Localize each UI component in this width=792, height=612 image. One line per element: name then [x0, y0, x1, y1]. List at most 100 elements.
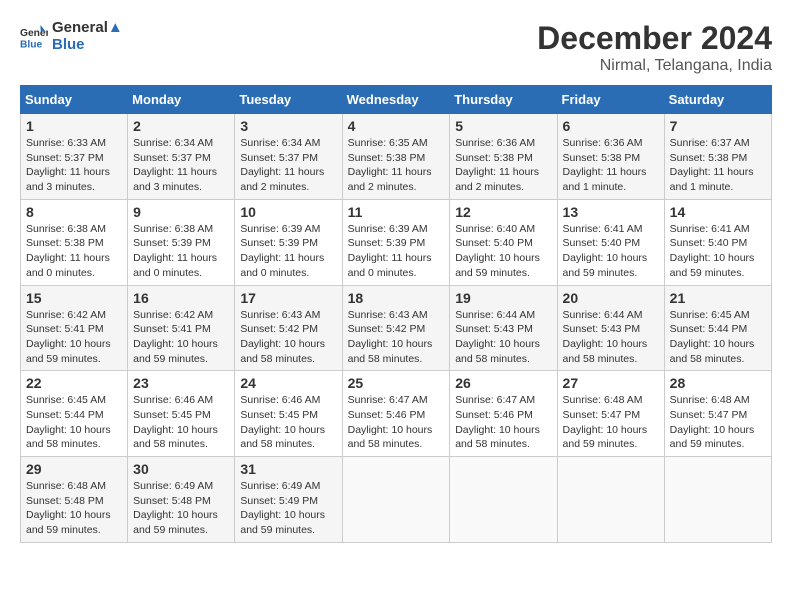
- day-info: Sunrise: 6:40 AM Sunset: 5:40 PM Dayligh…: [455, 222, 551, 281]
- calendar-cell: 28Sunrise: 6:48 AM Sunset: 5:47 PM Dayli…: [664, 371, 771, 457]
- calendar-cell: 1 Sunrise: 6:33 AM Sunset: 5:37 PM Daylig…: [21, 114, 128, 200]
- col-monday: Monday: [128, 86, 235, 114]
- calendar-cell: 23 Sunrise: 6:46 AM Sunset: 5:45 PM Dayli…: [128, 371, 235, 457]
- calendar-cell: 8 Sunrise: 6:38 AM Sunset: 5:38 PM Daylig…: [21, 199, 128, 285]
- calendar-cell: 24 Sunrise: 6:46 AM Sunset: 5:45 PM Dayli…: [235, 371, 342, 457]
- day-info: Sunrise: 6:39 AM Sunset: 5:39 PM Dayligh…: [348, 222, 445, 281]
- day-info: Sunrise: 6:39 AM Sunset: 5:39 PM Dayligh…: [240, 222, 336, 281]
- calendar-row: 8 Sunrise: 6:38 AM Sunset: 5:38 PM Daylig…: [21, 199, 772, 285]
- day-number: 29: [26, 461, 122, 477]
- logo-icon: General Blue: [20, 23, 48, 51]
- calendar-cell: 19Sunrise: 6:44 AM Sunset: 5:43 PM Dayli…: [450, 285, 557, 371]
- calendar-cell: [342, 457, 450, 543]
- day-number: 14: [670, 204, 766, 220]
- calendar-cell: 17 Sunrise: 6:43 AM Sunset: 5:42 PM Dayli…: [235, 285, 342, 371]
- day-info: Sunrise: 6:46 AM Sunset: 5:45 PM Dayligh…: [240, 393, 336, 452]
- day-number: 19: [455, 290, 551, 306]
- logo: General Blue General▲ Blue: [20, 20, 123, 53]
- calendar-cell: 25 Sunrise: 6:47 AM Sunset: 5:46 PM Dayli…: [342, 371, 450, 457]
- day-info: Sunrise: 6:43 AM Sunset: 5:42 PM Dayligh…: [240, 308, 336, 367]
- calendar-cell: 12 Sunrise: 6:40 AM Sunset: 5:40 PM Dayli…: [450, 199, 557, 285]
- calendar-cell: 4 Sunrise: 6:35 AM Sunset: 5:38 PM Daylig…: [342, 114, 450, 200]
- day-number: 17: [240, 290, 336, 306]
- col-sunday: Sunday: [21, 86, 128, 114]
- day-info: Sunrise: 6:35 AM Sunset: 5:38 PM Dayligh…: [348, 136, 445, 195]
- svg-text:Blue: Blue: [20, 39, 43, 50]
- day-number: 24: [240, 375, 336, 391]
- day-info: Sunrise: 6:36 AM Sunset: 5:38 PM Dayligh…: [455, 136, 551, 195]
- day-info: Sunrise: 6:45 AM Sunset: 5:44 PM Dayligh…: [26, 393, 122, 452]
- calendar-cell: [557, 457, 664, 543]
- calendar-cell: 30 Sunrise: 6:49 AM Sunset: 5:48 PM Dayli…: [128, 457, 235, 543]
- day-info: Sunrise: 6:48 AM Sunset: 5:47 PM Dayligh…: [563, 393, 659, 452]
- day-number: 23: [133, 375, 229, 391]
- calendar-cell: [450, 457, 557, 543]
- day-number: 21: [670, 290, 766, 306]
- col-wednesday: Wednesday: [342, 86, 450, 114]
- calendar-cell: 3 Sunrise: 6:34 AM Sunset: 5:37 PM Daylig…: [235, 114, 342, 200]
- day-number: 1: [26, 118, 122, 134]
- day-number: 5: [455, 118, 551, 134]
- day-number: 22: [26, 375, 122, 391]
- calendar-row: 29 Sunrise: 6:48 AM Sunset: 5:48 PM Dayli…: [21, 457, 772, 543]
- calendar-cell: 18 Sunrise: 6:43 AM Sunset: 5:42 PM Dayli…: [342, 285, 450, 371]
- calendar-cell: 9Sunrise: 6:38 AM Sunset: 5:39 PM Daylig…: [128, 199, 235, 285]
- day-info: Sunrise: 6:34 AM Sunset: 5:37 PM Dayligh…: [133, 136, 229, 195]
- day-number: 25: [348, 375, 445, 391]
- header-row: Sunday Monday Tuesday Wednesday Thursday…: [21, 86, 772, 114]
- day-number: 16: [133, 290, 229, 306]
- day-info: Sunrise: 6:42 AM Sunset: 5:41 PM Dayligh…: [133, 308, 229, 367]
- calendar-cell: 26Sunrise: 6:47 AM Sunset: 5:46 PM Dayli…: [450, 371, 557, 457]
- day-number: 4: [348, 118, 445, 134]
- day-number: 15: [26, 290, 122, 306]
- col-tuesday: Tuesday: [235, 86, 342, 114]
- day-info: Sunrise: 6:48 AM Sunset: 5:48 PM Dayligh…: [26, 479, 122, 538]
- calendar-cell: 14 Sunrise: 6:41 AM Sunset: 5:40 PM Dayli…: [664, 199, 771, 285]
- calendar-cell: 13 Sunrise: 6:41 AM Sunset: 5:40 PM Dayli…: [557, 199, 664, 285]
- day-number: 30: [133, 461, 229, 477]
- calendar-cell: 21 Sunrise: 6:45 AM Sunset: 5:44 PM Dayli…: [664, 285, 771, 371]
- day-number: 11: [348, 204, 445, 220]
- day-number: 2: [133, 118, 229, 134]
- day-number: 12: [455, 204, 551, 220]
- col-saturday: Saturday: [664, 86, 771, 114]
- day-number: 3: [240, 118, 336, 134]
- title-block: December 2024 Nirmal, Telangana, India: [537, 20, 772, 75]
- calendar-cell: 6Sunrise: 6:36 AM Sunset: 5:38 PM Daylig…: [557, 114, 664, 200]
- col-thursday: Thursday: [450, 86, 557, 114]
- day-info: Sunrise: 6:33 AM Sunset: 5:37 PM Dayligh…: [26, 136, 122, 195]
- day-info: Sunrise: 6:37 AM Sunset: 5:38 PM Dayligh…: [670, 136, 766, 195]
- day-info: Sunrise: 6:47 AM Sunset: 5:46 PM Dayligh…: [348, 393, 445, 452]
- calendar-cell: [664, 457, 771, 543]
- day-info: Sunrise: 6:46 AM Sunset: 5:45 PM Dayligh…: [133, 393, 229, 452]
- calendar-table: Sunday Monday Tuesday Wednesday Thursday…: [20, 85, 772, 543]
- day-number: 31: [240, 461, 336, 477]
- calendar-cell: 31 Sunrise: 6:49 AM Sunset: 5:49 PM Dayli…: [235, 457, 342, 543]
- day-number: 8: [26, 204, 122, 220]
- day-info: Sunrise: 6:45 AM Sunset: 5:44 PM Dayligh…: [670, 308, 766, 367]
- calendar-cell: 7Sunrise: 6:37 AM Sunset: 5:38 PM Daylig…: [664, 114, 771, 200]
- calendar-cell: 10 Sunrise: 6:39 AM Sunset: 5:39 PM Dayli…: [235, 199, 342, 285]
- calendar-row: 15 Sunrise: 6:42 AM Sunset: 5:41 PM Dayli…: [21, 285, 772, 371]
- day-info: Sunrise: 6:34 AM Sunset: 5:37 PM Dayligh…: [240, 136, 336, 195]
- day-info: Sunrise: 6:47 AM Sunset: 5:46 PM Dayligh…: [455, 393, 551, 452]
- day-info: Sunrise: 6:38 AM Sunset: 5:38 PM Dayligh…: [26, 222, 122, 281]
- page-header: General Blue General▲ Blue December 2024…: [20, 20, 772, 75]
- day-info: Sunrise: 6:41 AM Sunset: 5:40 PM Dayligh…: [670, 222, 766, 281]
- day-number: 9: [133, 204, 229, 220]
- day-info: Sunrise: 6:43 AM Sunset: 5:42 PM Dayligh…: [348, 308, 445, 367]
- calendar-cell: 20Sunrise: 6:44 AM Sunset: 5:43 PM Dayli…: [557, 285, 664, 371]
- day-info: Sunrise: 6:49 AM Sunset: 5:49 PM Dayligh…: [240, 479, 336, 538]
- calendar-cell: 22 Sunrise: 6:45 AM Sunset: 5:44 PM Dayli…: [21, 371, 128, 457]
- col-friday: Friday: [557, 86, 664, 114]
- day-info: Sunrise: 6:41 AM Sunset: 5:40 PM Dayligh…: [563, 222, 659, 281]
- day-number: 18: [348, 290, 445, 306]
- day-number: 13: [563, 204, 659, 220]
- calendar-cell: 27Sunrise: 6:48 AM Sunset: 5:47 PM Dayli…: [557, 371, 664, 457]
- day-number: 10: [240, 204, 336, 220]
- calendar-cell: 16 Sunrise: 6:42 AM Sunset: 5:41 PM Dayli…: [128, 285, 235, 371]
- day-info: Sunrise: 6:49 AM Sunset: 5:48 PM Dayligh…: [133, 479, 229, 538]
- location: Nirmal, Telangana, India: [537, 57, 772, 75]
- day-info: Sunrise: 6:44 AM Sunset: 5:43 PM Dayligh…: [563, 308, 659, 367]
- calendar-cell: 15Sunrise: 6:42 AM Sunset: 5:41 PM Dayli…: [21, 285, 128, 371]
